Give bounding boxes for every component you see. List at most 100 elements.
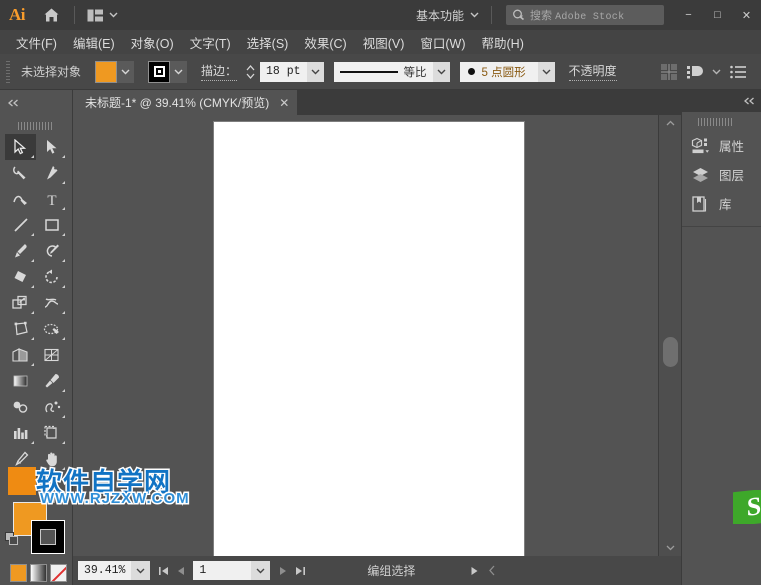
- mesh-tool[interactable]: [36, 342, 67, 368]
- opacity-label[interactable]: 不透明度: [569, 62, 617, 81]
- menu-window[interactable]: 窗口(W): [412, 31, 473, 54]
- line-segment-tool[interactable]: [5, 212, 36, 238]
- play-icon[interactable]: [465, 561, 483, 580]
- status-text[interactable]: 编组选择: [367, 562, 415, 579]
- scale-tool[interactable]: [5, 290, 36, 316]
- blend-tool[interactable]: [5, 394, 36, 420]
- dock-gripper[interactable]: [698, 117, 734, 127]
- dock-item-properties[interactable]: 属性: [682, 131, 761, 160]
- brush-definition-group[interactable]: 5 点圆形: [460, 62, 555, 82]
- brush-chevron-down-icon[interactable]: [538, 62, 555, 82]
- pen-tool[interactable]: [36, 160, 67, 186]
- fill-chevron-down-icon[interactable]: [117, 61, 134, 83]
- width-tool[interactable]: [36, 290, 67, 316]
- rotate-tool[interactable]: [36, 264, 67, 290]
- dock-label-properties: 属性: [719, 136, 744, 155]
- symbol-sprayer-tool[interactable]: [36, 394, 67, 420]
- document-tab[interactable]: 未标题-1* @ 39.41% (CMYK/预览) ✕: [73, 90, 298, 115]
- tools-panel-gripper[interactable]: [18, 121, 54, 131]
- close-icon[interactable]: ✕: [279, 96, 289, 110]
- prev-artboard-icon[interactable]: [172, 561, 189, 580]
- stroke-chevron-down-icon[interactable]: [170, 61, 187, 83]
- type-tool[interactable]: T: [36, 186, 67, 212]
- zoom-level-input[interactable]: 39.41%: [78, 561, 131, 580]
- collapse-panel-icon[interactable]: [8, 99, 19, 107]
- default-fill-stroke-icon[interactable]: [5, 532, 19, 546]
- none-mode[interactable]: [50, 564, 67, 582]
- eraser-tool[interactable]: [5, 264, 36, 290]
- close-button[interactable]: ✕: [732, 3, 761, 27]
- color-swatch-mode[interactable]: [10, 564, 27, 582]
- fill-control[interactable]: [95, 61, 134, 83]
- perspective-grid-tool[interactable]: [5, 342, 36, 368]
- tool-flyout-corner: [62, 415, 65, 418]
- arrange-documents-button[interactable]: [81, 4, 124, 26]
- shape-builder-tool[interactable]: [36, 316, 67, 342]
- menu-effect[interactable]: 效果(C): [296, 31, 354, 54]
- menu-type[interactable]: 文字(T): [182, 31, 239, 54]
- home-icon[interactable]: [34, 0, 68, 30]
- artboard[interactable]: [214, 122, 524, 556]
- menu-help[interactable]: 帮助(H): [474, 31, 532, 54]
- magic-wand-tool[interactable]: [5, 160, 36, 186]
- rectangle-tool[interactable]: [36, 212, 67, 238]
- vertical-scrollbar[interactable]: [658, 115, 681, 556]
- stroke-weight-stepper[interactable]: [245, 64, 256, 80]
- stroke-weight-chevron-down-icon[interactable]: [307, 62, 324, 82]
- direct-selection-tool[interactable]: [36, 134, 67, 160]
- arrange-chevron-down-icon[interactable]: [708, 61, 725, 83]
- gradient-tool[interactable]: [5, 368, 36, 394]
- selection-status-label: 未选择对象: [21, 63, 81, 80]
- stroke-control[interactable]: [148, 61, 187, 83]
- artboard-number-input[interactable]: 1: [193, 561, 251, 580]
- tool-flyout-corner: [62, 181, 65, 184]
- last-artboard-icon[interactable]: [292, 561, 309, 580]
- zoom-chevron-down-icon[interactable]: [131, 561, 150, 580]
- minimize-button[interactable]: −: [674, 3, 703, 27]
- search-input[interactable]: 搜索 Adobe Stock: [506, 5, 664, 25]
- stroke-weight-input[interactable]: 18 pt: [260, 62, 307, 82]
- width-profile-chevron-down-icon[interactable]: [433, 62, 450, 82]
- column-graph-tool[interactable]: [5, 420, 36, 446]
- curvature-tool[interactable]: [5, 186, 36, 212]
- collapse-panel-icon[interactable]: [744, 97, 755, 105]
- maximize-button[interactable]: □: [703, 3, 732, 27]
- selection-tool[interactable]: [5, 134, 36, 160]
- shaper-tool[interactable]: [36, 238, 67, 264]
- stroke-weight-label[interactable]: 描边：: [201, 62, 237, 81]
- stroke-weight-field-group[interactable]: 18 pt: [260, 62, 324, 82]
- arrange-objects-icon[interactable]: [682, 59, 708, 85]
- align-icon[interactable]: [656, 59, 682, 85]
- scroll-left-icon[interactable]: [483, 561, 501, 580]
- vertical-scroll-thumb[interactable]: [663, 337, 678, 367]
- fill-swatch[interactable]: [95, 61, 117, 83]
- menu-select[interactable]: 选择(S): [239, 31, 297, 54]
- menu-edit[interactable]: 编辑(E): [65, 31, 123, 54]
- dock-item-layers[interactable]: 图层: [682, 160, 761, 189]
- next-artboard-icon[interactable]: [275, 561, 292, 580]
- tool-flyout-corner: [62, 233, 65, 236]
- artboard-tool[interactable]: [36, 420, 67, 446]
- menu-object[interactable]: 对象(O): [123, 31, 182, 54]
- free-transform-tool[interactable]: [5, 316, 36, 342]
- document-setup-icon[interactable]: [725, 59, 751, 85]
- paintbrush-tool[interactable]: [5, 238, 36, 264]
- menu-file[interactable]: 文件(F): [8, 31, 65, 54]
- menu-view[interactable]: 视图(V): [355, 31, 413, 54]
- variable-width-profile-group[interactable]: 等比: [334, 62, 450, 82]
- dock-item-libraries[interactable]: 库: [682, 189, 761, 218]
- brush-definition-display[interactable]: 5 点圆形: [460, 62, 538, 82]
- stroke-swatch[interactable]: [148, 61, 170, 83]
- width-profile-display[interactable]: 等比: [334, 62, 433, 82]
- artboard-chevron-down-icon[interactable]: [251, 561, 270, 580]
- stroke-color-swatch[interactable]: [31, 520, 65, 554]
- control-bar-gripper[interactable]: [3, 61, 13, 83]
- chevron-down-icon[interactable]: [659, 540, 682, 556]
- gradient-mode[interactable]: [30, 564, 47, 582]
- vertical-scroll-track[interactable]: [659, 131, 682, 540]
- first-artboard-icon[interactable]: [155, 561, 172, 580]
- workspace-switcher[interactable]: 基本功能: [410, 4, 485, 26]
- tool-flyout-corner: [62, 389, 65, 392]
- eyedropper-tool[interactable]: [36, 368, 67, 394]
- chevron-up-icon[interactable]: [659, 115, 682, 131]
